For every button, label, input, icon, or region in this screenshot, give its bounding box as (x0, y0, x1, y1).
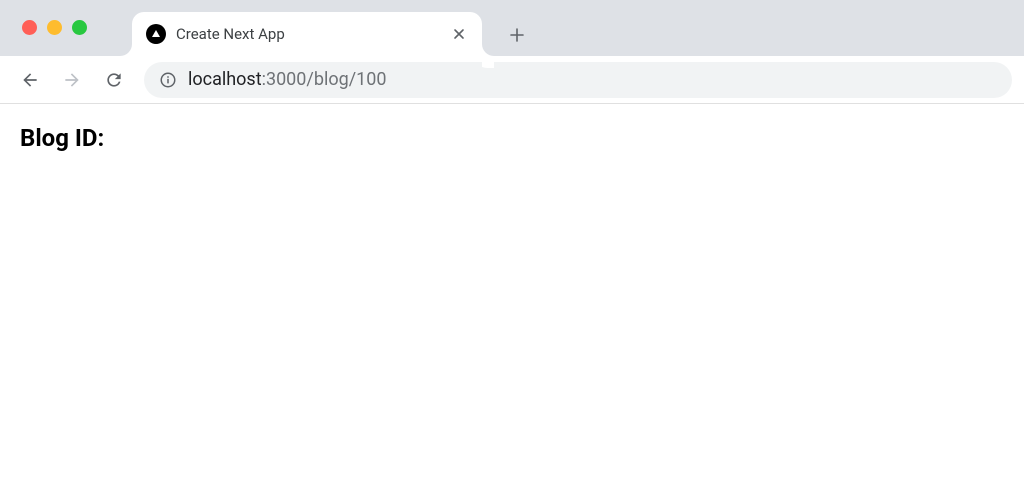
page-heading: Blog ID: (20, 124, 1004, 152)
browser-tab-active[interactable]: Create Next App (132, 12, 482, 56)
url-text: localhost:3000/blog/100 (188, 69, 386, 90)
address-bar[interactable]: localhost:3000/blog/100 (144, 62, 1012, 98)
tab-title: Create Next App (176, 25, 440, 43)
page-content: Blog ID: (0, 104, 1024, 172)
new-tab-button[interactable] (500, 18, 534, 52)
window-maximize-button[interactable] (72, 20, 87, 35)
url-path: :3000/blog/100 (262, 69, 387, 90)
site-info-icon[interactable] (158, 70, 178, 90)
tab-bar: Create Next App (132, 0, 534, 56)
window-close-button[interactable] (22, 20, 37, 35)
forward-button[interactable] (54, 62, 90, 98)
back-button[interactable] (12, 62, 48, 98)
tab-close-button[interactable] (450, 25, 468, 43)
window-minimize-button[interactable] (47, 20, 62, 35)
browser-tab-strip: Create Next App (0, 0, 1024, 56)
window-controls (22, 20, 87, 35)
tab-favicon (146, 24, 166, 44)
reload-button[interactable] (96, 62, 132, 98)
url-host: localhost (188, 69, 262, 90)
browser-toolbar: localhost:3000/blog/100 (0, 56, 1024, 104)
